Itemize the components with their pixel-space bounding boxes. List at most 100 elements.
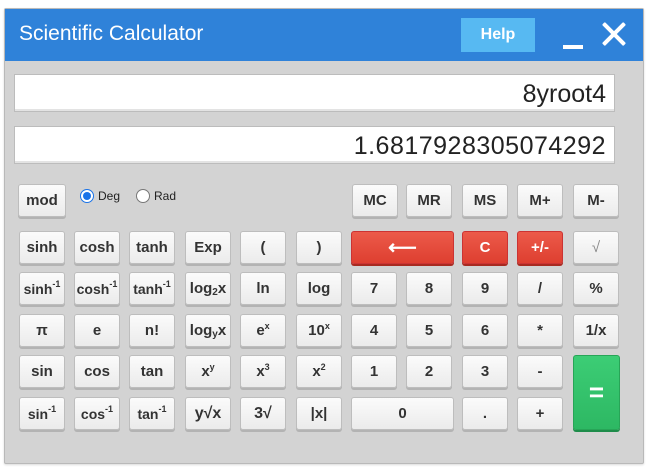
expression-display: 8yroot4 (14, 74, 615, 112)
memory-clear-button[interactable]: MC (352, 184, 398, 217)
right-paren-button[interactable]: ) (296, 231, 342, 264)
asinh-inverse: -1 (52, 278, 61, 289)
digit-6-button[interactable]: 6 (462, 314, 508, 347)
digit-2-button[interactable]: 2 (406, 355, 452, 388)
log2-button[interactable]: log 2 x (185, 272, 231, 305)
reciprocal-button[interactable]: 1/x (573, 314, 619, 347)
backspace-button[interactable]: ⟵ (351, 231, 454, 264)
digit-1-button[interactable]: 1 (351, 355, 397, 388)
window-title: Scientific Calculator (19, 22, 204, 45)
close-icon[interactable] (601, 21, 627, 47)
title-bar: Scientific Calculator Help (5, 9, 643, 61)
digit-0-button[interactable]: 0 (351, 397, 454, 430)
multiply-button[interactable]: * (517, 314, 563, 347)
sin-button[interactable]: sin (19, 355, 65, 388)
memory-store-button[interactable]: MS (462, 184, 508, 217)
memory-subtract-button[interactable]: M- (573, 184, 619, 217)
log-base-y-button[interactable]: log y x (185, 314, 231, 347)
x3-exponent: 3 (264, 361, 270, 372)
deg-radio[interactable]: Deg (80, 186, 120, 206)
deg-label: Deg (98, 189, 121, 203)
asin-label: sin (27, 405, 49, 422)
cos-button[interactable]: cos (74, 355, 120, 388)
backspace-arrow-icon: ⟵ (388, 237, 417, 259)
cosh-button[interactable]: cosh (74, 231, 120, 264)
log2-var: x (217, 280, 227, 297)
tenx-exponent: x (324, 320, 330, 331)
xy-base: x (201, 363, 210, 380)
asin-button[interactable]: sin -1 (19, 397, 65, 430)
e-power-x-button[interactable]: ex (240, 314, 286, 347)
rad-label: Rad (154, 189, 177, 203)
atan-button[interactable]: tan -1 (129, 397, 175, 430)
log2-base: 2 (212, 287, 218, 298)
acos-inverse: -1 (105, 403, 114, 414)
x2-base: x (312, 363, 321, 380)
logy-label: log (189, 322, 213, 339)
atan-inverse: -1 (158, 403, 167, 414)
digit-8-button[interactable]: 8 (406, 272, 452, 305)
y-root-x-button[interactable]: y√x (185, 397, 231, 430)
add-button[interactable]: + (517, 397, 563, 430)
digit-7-button[interactable]: 7 (351, 272, 397, 305)
e-constant-button[interactable]: e (74, 314, 120, 347)
clear-button[interactable]: C (462, 231, 508, 264)
ex-exponent: x (264, 320, 270, 331)
tenx-base: 10 (308, 322, 325, 339)
digit-3-button[interactable]: 3 (462, 355, 508, 388)
square-root-button[interactable]: √ (573, 231, 619, 264)
decimal-point-button[interactable]: . (462, 397, 508, 430)
atanh-inverse: -1 (162, 278, 171, 289)
factorial-button[interactable]: n! (129, 314, 175, 347)
x2-exponent: 2 (320, 361, 326, 372)
minimize-icon[interactable] (563, 45, 583, 49)
rad-radio[interactable]: Rad (136, 186, 176, 206)
atanh-button[interactable]: tanh -1 (129, 272, 175, 305)
subtract-button[interactable]: - (517, 355, 563, 388)
acos-button[interactable]: cos -1 (74, 397, 120, 430)
log2-label: log (189, 280, 213, 297)
atanh-label: tanh (133, 280, 163, 297)
sinh-button[interactable]: sinh (19, 231, 65, 264)
digit-4-button[interactable]: 4 (351, 314, 397, 347)
exp-button[interactable]: Exp (185, 231, 231, 264)
x3-base: x (256, 363, 265, 380)
rad-radio-indicator[interactable] (136, 189, 150, 203)
memory-add-button[interactable]: M+ (517, 184, 563, 217)
tan-button[interactable]: tan (129, 355, 175, 388)
logy-var: x (217, 322, 227, 339)
help-button[interactable]: Help (461, 18, 535, 52)
acosh-inverse: -1 (109, 278, 118, 289)
result-display: 1.6817928305074292 (14, 126, 615, 164)
asinh-button[interactable]: sinh -1 (19, 272, 65, 305)
x-squared-button[interactable]: x2 (296, 355, 342, 388)
absolute-value-button[interactable]: |x| (296, 397, 342, 430)
left-paren-button[interactable]: ( (240, 231, 286, 264)
percent-button[interactable]: % (573, 272, 619, 305)
equals-button[interactable]: = (573, 355, 620, 430)
cube-root-button[interactable]: 3√ (240, 397, 286, 430)
digit-5-button[interactable]: 5 (406, 314, 452, 347)
acos-label: cos (80, 405, 106, 422)
acosh-button[interactable]: cosh -1 (74, 272, 120, 305)
asin-inverse: -1 (48, 403, 57, 414)
deg-radio-indicator[interactable] (80, 189, 94, 203)
x-cubed-button[interactable]: x3 (240, 355, 286, 388)
log-button[interactable]: log (296, 272, 342, 305)
x-power-y-button[interactable]: xy (185, 355, 231, 388)
acosh-label: cosh (76, 280, 110, 297)
tanh-button[interactable]: tanh (129, 231, 175, 264)
asinh-label: sinh (23, 280, 53, 297)
xy-exponent: y (209, 361, 215, 372)
pi-button[interactable]: π (19, 314, 65, 347)
digit-9-button[interactable]: 9 (462, 272, 508, 305)
mod-button[interactable]: mod (18, 184, 66, 217)
negate-button[interactable]: +/- (517, 231, 563, 264)
ex-base: e (256, 322, 265, 339)
ten-power-x-button[interactable]: 10 x (296, 314, 342, 347)
ln-button[interactable]: ln (240, 272, 286, 305)
memory-recall-button[interactable]: MR (406, 184, 452, 217)
divide-button[interactable]: / (517, 272, 563, 305)
atan-label: tan (137, 405, 159, 422)
logy-base: y (212, 329, 218, 340)
